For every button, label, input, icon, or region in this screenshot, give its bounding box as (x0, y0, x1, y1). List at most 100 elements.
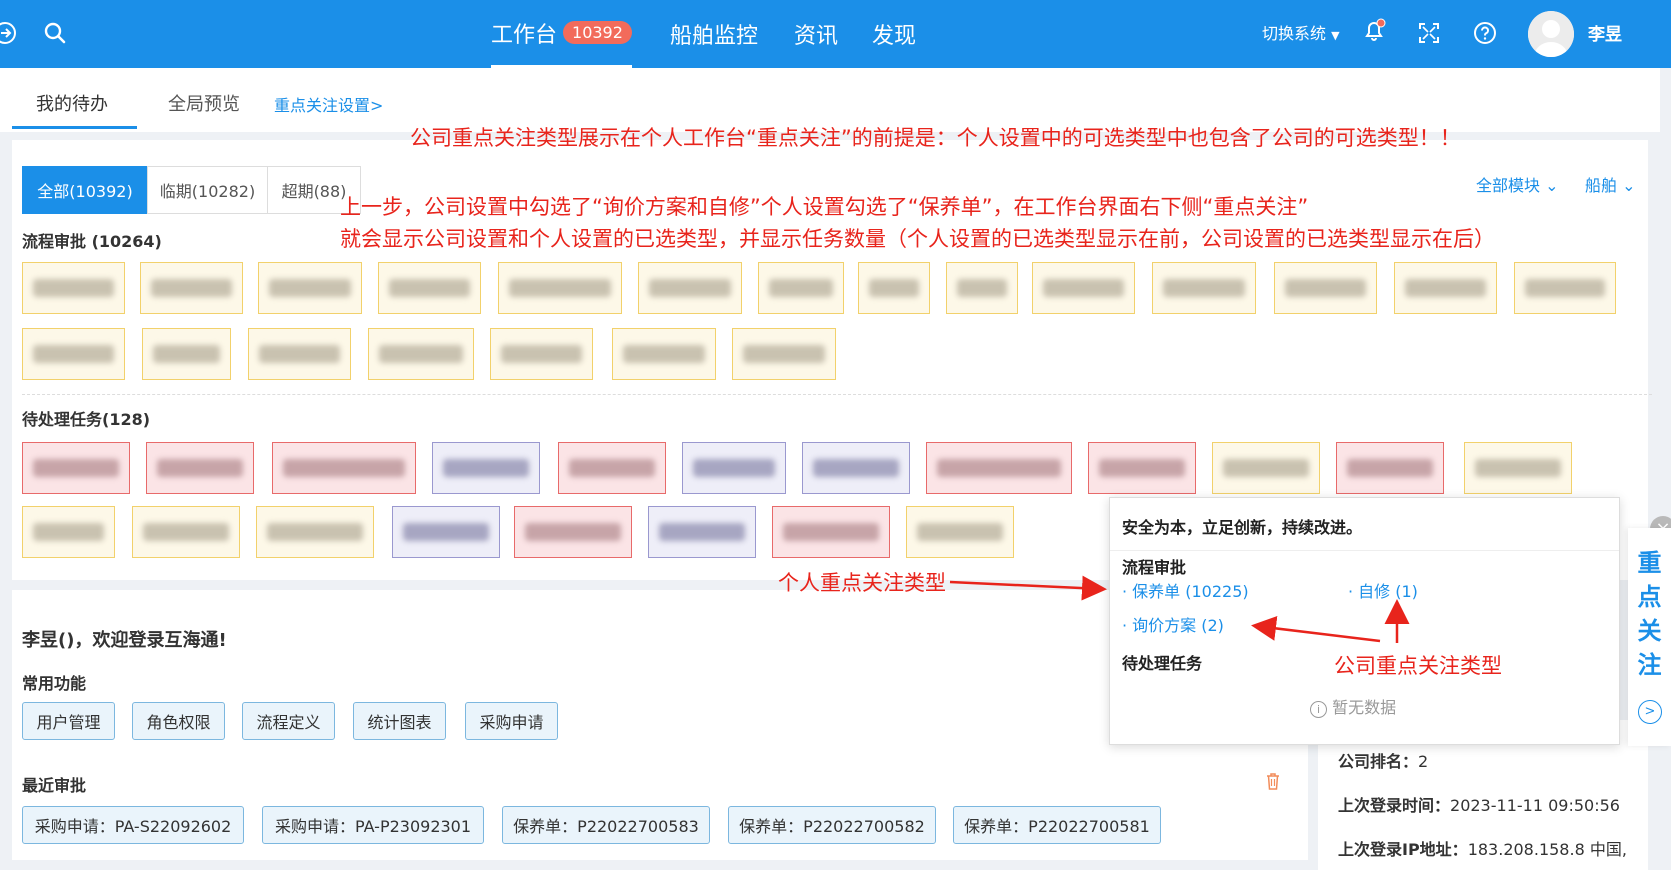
task-chip[interactable] (22, 262, 125, 314)
task-chip[interactable] (514, 506, 632, 558)
fullscreen-icon[interactable] (1416, 20, 1442, 46)
blurred-label (917, 523, 1003, 541)
blurred-label (1285, 279, 1366, 297)
focus-item-self-repair[interactable]: · 自修 (1) (1348, 578, 1418, 602)
recent-approval-item[interactable]: 保养单：P22022700582 (728, 806, 936, 844)
task-chip[interactable] (146, 442, 254, 494)
blurred-label (937, 459, 1061, 477)
function-role-permissions[interactable]: 角色权限 (132, 702, 225, 740)
filter-all[interactable]: 全部(10392) (22, 166, 148, 214)
active-tab-indicator (12, 126, 137, 129)
last-login-ip-row: 上次登录IP地址：183.208.158.8 中国, (1338, 836, 1627, 860)
task-chip[interactable] (682, 442, 786, 494)
task-chip[interactable] (132, 506, 240, 558)
task-chip[interactable] (22, 328, 125, 380)
switch-system-dropdown[interactable]: 切换系统 ▼ (1262, 20, 1340, 44)
task-chip[interactable] (772, 506, 890, 558)
recent-approval-item[interactable]: 采购申请：PA-P23092301 (262, 806, 484, 844)
help-icon[interactable] (1472, 20, 1498, 46)
top-navigation-bar: 工作台 10392 船舶监控 资讯 发现 切换系统 ▼ 李昱 (0, 0, 1671, 68)
task-chip[interactable] (1212, 442, 1320, 494)
exit-icon[interactable] (0, 20, 18, 46)
nav-ship-monitoring[interactable]: 船舶监控 (670, 0, 758, 68)
blurred-label (623, 345, 705, 363)
task-chip[interactable] (498, 262, 622, 314)
all-modules-dropdown[interactable]: 全部模块 ⌄ (1476, 172, 1559, 196)
bell-icon[interactable] (1361, 18, 1387, 44)
task-chip[interactable] (1152, 262, 1256, 314)
task-chip[interactable] (1394, 262, 1497, 314)
side-tab-char: 点 (1637, 583, 1662, 611)
task-chip[interactable] (140, 262, 243, 314)
task-chip[interactable] (490, 328, 593, 380)
task-chip[interactable] (248, 328, 351, 380)
task-chip[interactable] (378, 262, 481, 314)
task-chip[interactable] (858, 262, 930, 314)
search-icon[interactable] (42, 20, 68, 46)
tab-my-todo[interactable]: 我的待办 (36, 90, 108, 116)
trash-icon[interactable] (1266, 772, 1280, 790)
task-chip[interactable] (758, 262, 844, 314)
focus-side-tab[interactable]: 重 点 关 注 > (1628, 528, 1671, 746)
function-process-definition[interactable]: 流程定义 (242, 702, 335, 740)
function-user-management[interactable]: 用户管理 (22, 702, 115, 740)
filter-due-soon[interactable]: 临期(10282) (147, 166, 268, 214)
expand-arrow-icon[interactable]: > (1638, 700, 1662, 724)
task-chip[interactable] (1336, 442, 1444, 494)
task-chip[interactable] (258, 262, 362, 314)
username[interactable]: 李昱 (1588, 20, 1622, 45)
task-chip[interactable] (368, 328, 474, 380)
blurred-label (769, 279, 833, 297)
annotation-personal-label: 个人重点关注类型 (778, 571, 946, 595)
nav-news[interactable]: 资讯 (794, 0, 838, 68)
task-chip[interactable] (732, 328, 836, 380)
blurred-label (957, 279, 1007, 297)
ship-dropdown[interactable]: 船舶 ⌄ (1585, 172, 1636, 196)
task-chip[interactable] (1464, 442, 1572, 494)
nav-discover[interactable]: 发现 (872, 0, 916, 68)
blurred-label (33, 279, 114, 297)
task-chip[interactable] (432, 442, 540, 494)
blurred-label (259, 345, 340, 363)
task-chip[interactable] (802, 442, 910, 494)
blurred-label (869, 279, 919, 297)
recent-approval-item[interactable]: 保养单：P22022700581 (953, 806, 1161, 844)
function-statistics-charts[interactable]: 统计图表 (353, 702, 446, 740)
annotation-arrow (949, 575, 1107, 601)
task-chip[interactable] (1274, 262, 1377, 314)
focus-settings-link[interactable]: 重点关注设置> (274, 92, 383, 116)
task-chip[interactable] (946, 262, 1018, 314)
task-chip[interactable] (648, 506, 756, 558)
task-chip[interactable] (926, 442, 1072, 494)
task-chip[interactable] (1088, 442, 1196, 494)
task-chip[interactable] (906, 506, 1014, 558)
function-purchase-request[interactable]: 采购申请 (465, 702, 558, 740)
task-chip[interactable] (392, 506, 500, 558)
task-chip[interactable] (22, 442, 130, 494)
focus-item-maintenance[interactable]: · 保养单 (10225) (1122, 578, 1249, 602)
task-chip[interactable] (256, 506, 374, 558)
task-chip[interactable] (558, 442, 666, 494)
user-avatar-icon (1528, 11, 1574, 57)
nav-workbench[interactable]: 工作台 10392 (491, 0, 632, 68)
last-login-ip-label: 上次登录IP地址： (1338, 840, 1468, 859)
blurred-label (151, 279, 232, 297)
task-chip[interactable] (272, 442, 416, 494)
task-chip[interactable] (142, 328, 231, 380)
all-modules-label: 全部模块 (1476, 176, 1541, 195)
recent-approval-item[interactable]: 采购申请：PA-S22092602 (22, 806, 244, 844)
recent-approval-item[interactable]: 保养单：P22022700583 (502, 806, 710, 844)
task-chip[interactable] (1514, 262, 1616, 314)
last-login-time-value: 2023-11-11 09:50:56 (1450, 796, 1620, 815)
tab-global-preview[interactable]: 全局预览 (168, 90, 240, 116)
task-chip[interactable] (1032, 262, 1135, 314)
avatar[interactable] (1528, 11, 1574, 57)
task-chip[interactable] (612, 328, 716, 380)
focus-item-inquiry-plan[interactable]: · 询价方案 (2) (1122, 612, 1224, 636)
task-chip[interactable] (638, 262, 742, 314)
task-chip[interactable] (22, 506, 115, 558)
company-rank-value: 2 (1418, 752, 1429, 771)
blurred-label (33, 459, 119, 477)
nav-news-label: 资讯 (794, 24, 839, 49)
side-tab-char: 注 (1637, 651, 1662, 679)
